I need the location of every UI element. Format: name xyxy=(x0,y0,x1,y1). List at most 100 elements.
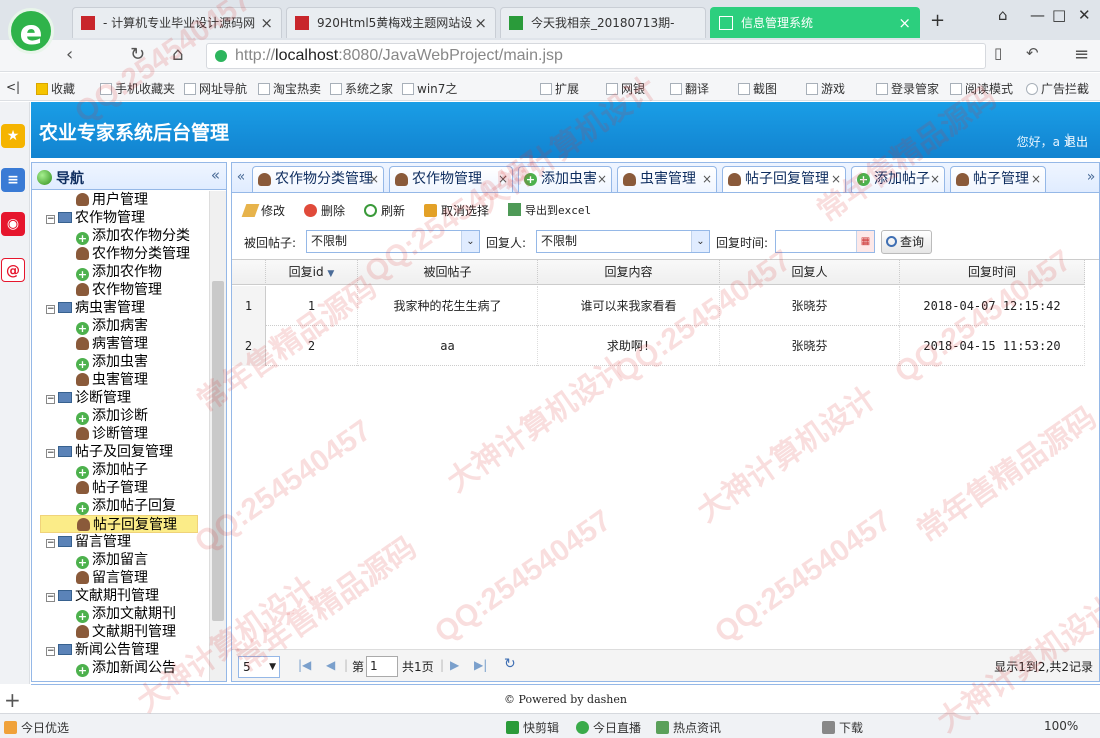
main-tab[interactable]: 帖子管理 × xyxy=(950,166,1046,192)
tree-leaf-node[interactable]: 农作物分类管理 xyxy=(76,245,190,263)
bookmark-item[interactable]: 扩展 xyxy=(540,80,579,97)
header-content[interactable]: 回复内容 xyxy=(538,260,720,285)
query-button[interactable]: 查询 xyxy=(881,230,932,254)
browser-tab[interactable]: 920Html5黄梅戏主题网站设 × xyxy=(286,7,496,38)
close-tab-icon[interactable]: × xyxy=(597,167,607,192)
status-item[interactable]: 快剪辑 xyxy=(506,719,559,736)
main-tab[interactable]: + 添加帖子 × xyxy=(851,166,945,192)
close-tab-icon[interactable]: × xyxy=(260,8,273,38)
tree-leaf-node[interactable]: 诊断管理 xyxy=(76,425,148,443)
collapse-toggle-icon[interactable]: − xyxy=(46,215,55,224)
browser-tab[interactable]: - 计算机专业毕业设计源码网 × xyxy=(72,7,282,38)
tree-folder-node[interactable]: − 帖子及回复管理 xyxy=(46,443,173,461)
bookmark-item[interactable]: 网址导航 xyxy=(184,80,247,97)
zoom-level[interactable]: 100% xyxy=(1044,719,1078,733)
bookmark-item[interactable]: 收藏 xyxy=(36,80,75,97)
edit-button[interactable]: 修改 xyxy=(241,202,285,219)
tree-leaf-node[interactable]: + 添加帖子回复 xyxy=(76,497,176,515)
main-tab[interactable]: 农作物分类管理 × xyxy=(252,166,384,192)
bookmark-toggle-icon[interactable]: <| xyxy=(6,80,20,94)
tree-folder-node[interactable]: − 病虫害管理 xyxy=(46,299,145,317)
tree-leaf-node[interactable]: 农作物管理 xyxy=(76,281,162,299)
export-excel-button[interactable]: 导出到excel xyxy=(508,202,591,218)
chevron-down-icon[interactable]: ⌄ xyxy=(461,231,479,252)
table-row[interactable]: 2 2 aa 求助啊! 张晓芬 2018-04-15 11:53:20 xyxy=(232,326,1085,366)
new-tab-button[interactable]: + xyxy=(930,10,945,31)
tree-leaf-node[interactable]: + 添加新闻公告 xyxy=(76,659,176,677)
chevron-down-icon[interactable]: ⌄ xyxy=(691,231,709,252)
replier-filter-select[interactable]: 不限制 ⌄ xyxy=(536,230,710,253)
status-item[interactable]: 今日直播 xyxy=(576,719,641,736)
tree-folder-node[interactable]: − 新闻公告管理 xyxy=(46,641,159,659)
next-page-icon[interactable]: ▶ xyxy=(450,658,459,672)
news-icon[interactable]: ≡ xyxy=(1,168,25,192)
collapse-toggle-icon[interactable]: − xyxy=(46,395,55,404)
main-tab[interactable]: + 添加虫害 × xyxy=(518,166,612,192)
bookmark-item[interactable]: 游戏 xyxy=(806,80,845,97)
tree-leaf-node[interactable]: + 添加农作物 xyxy=(76,263,162,281)
bookmark-item[interactable]: 手机收藏夹 xyxy=(100,80,175,97)
undo-icon[interactable]: ↶ xyxy=(1026,44,1039,62)
tree-leaf-node[interactable]: + 添加虫害 xyxy=(76,353,148,371)
main-tab-active[interactable]: 帖子回复管理 × xyxy=(722,166,846,192)
bookmark-item[interactable]: 登录管家 xyxy=(876,80,939,97)
tree-folder-node[interactable]: − 诊断管理 xyxy=(46,389,131,407)
bookmark-item[interactable]: 阅读模式 xyxy=(950,80,1013,97)
reload-icon[interactable]: ↻ xyxy=(130,44,145,65)
favorites-star-icon[interactable]: ★ xyxy=(1,124,25,148)
tree-leaf-node[interactable]: 留言管理 xyxy=(76,569,148,587)
tree-leaf-node[interactable]: 虫害管理 xyxy=(76,371,148,389)
url-text[interactable]: http://localhost:8080/JavaWebProject/mai… xyxy=(235,47,563,65)
bookmark-item[interactable]: 系统之家 xyxy=(330,80,393,97)
first-page-icon[interactable]: |◀ xyxy=(298,658,311,672)
calendar-icon[interactable]: ▦ xyxy=(856,231,874,252)
header-replier[interactable]: 回复人 xyxy=(720,260,900,285)
tree-leaf-node[interactable]: + 添加文献期刊 xyxy=(76,605,176,623)
header-reply-id[interactable]: 回复id ▼ xyxy=(266,260,358,285)
close-tab-icon[interactable]: × xyxy=(498,167,508,192)
post-filter-select[interactable]: 不限制 ⌄ xyxy=(306,230,480,253)
refresh-button[interactable]: 刷新 xyxy=(364,202,405,219)
tree-folder-node[interactable]: − 农作物管理 xyxy=(46,209,145,227)
tree-folder-node[interactable]: − 文献期刊管理 xyxy=(46,587,159,605)
header-post[interactable]: 被回帖子 xyxy=(358,260,538,285)
reload-page-icon[interactable]: ↻ xyxy=(504,656,516,672)
home-icon[interactable]: ⌂ xyxy=(172,44,183,65)
tree-folder-node[interactable]: − 留言管理 xyxy=(46,533,131,551)
menu-icon[interactable]: ≡ xyxy=(1074,44,1089,65)
mail-icon[interactable]: @ xyxy=(1,258,25,282)
tree-leaf-node[interactable]: 病害管理 xyxy=(76,335,148,353)
close-tab-icon[interactable]: × xyxy=(930,167,940,192)
close-window-icon[interactable]: ✕ xyxy=(1078,6,1091,24)
last-page-icon[interactable]: ▶| xyxy=(474,658,487,672)
tree-leaf-node[interactable]: 帖子回复管理 xyxy=(40,515,198,533)
tree-leaf-node[interactable]: + 添加诊断 xyxy=(76,407,148,425)
skin-icon[interactable]: ⌂ xyxy=(998,6,1008,24)
scrollbar-thumb[interactable] xyxy=(212,281,224,621)
nav-tree-scrollbar[interactable] xyxy=(209,191,226,681)
tree-leaf-node[interactable]: 文献期刊管理 xyxy=(76,623,176,641)
page-size-select[interactable]: 5 ▼ xyxy=(238,656,280,678)
close-tab-icon[interactable]: × xyxy=(898,8,911,38)
collapse-toggle-icon[interactable]: − xyxy=(46,593,55,602)
weibo-icon[interactable]: ◉ xyxy=(1,212,25,236)
close-tab-icon[interactable]: × xyxy=(702,167,712,192)
main-tab[interactable]: 虫害管理 × xyxy=(617,166,717,192)
close-tab-icon[interactable]: × xyxy=(831,167,841,192)
tree-leaf-node[interactable]: 用户管理 xyxy=(76,191,148,209)
tree-leaf-node[interactable]: + 添加帖子 xyxy=(76,461,148,479)
browser-tab[interactable]: 今天我相亲_20180713期- xyxy=(500,7,706,38)
tabs-scroll-right-icon[interactable]: » xyxy=(1082,163,1099,192)
status-item[interactable]: 热点资讯 xyxy=(656,719,721,736)
tree-leaf-node[interactable]: + 添加病害 xyxy=(76,317,148,335)
bookmark-item[interactable]: win7之 xyxy=(402,80,457,97)
main-tab[interactable]: 农作物管理 × xyxy=(389,166,513,192)
address-bar[interactable]: http://localhost:8080/JavaWebProject/mai… xyxy=(206,43,986,69)
delete-button[interactable]: 删除 xyxy=(304,202,345,219)
devices-icon[interactable]: ▯ xyxy=(994,44,1002,62)
page-number-input[interactable]: 1 xyxy=(366,656,398,677)
close-tab-icon[interactable]: × xyxy=(1031,167,1041,192)
close-tab-icon[interactable]: × xyxy=(369,167,379,192)
header-time[interactable]: 回复时间 xyxy=(900,260,1085,285)
logout-link[interactable]: 退出 xyxy=(1064,133,1088,150)
